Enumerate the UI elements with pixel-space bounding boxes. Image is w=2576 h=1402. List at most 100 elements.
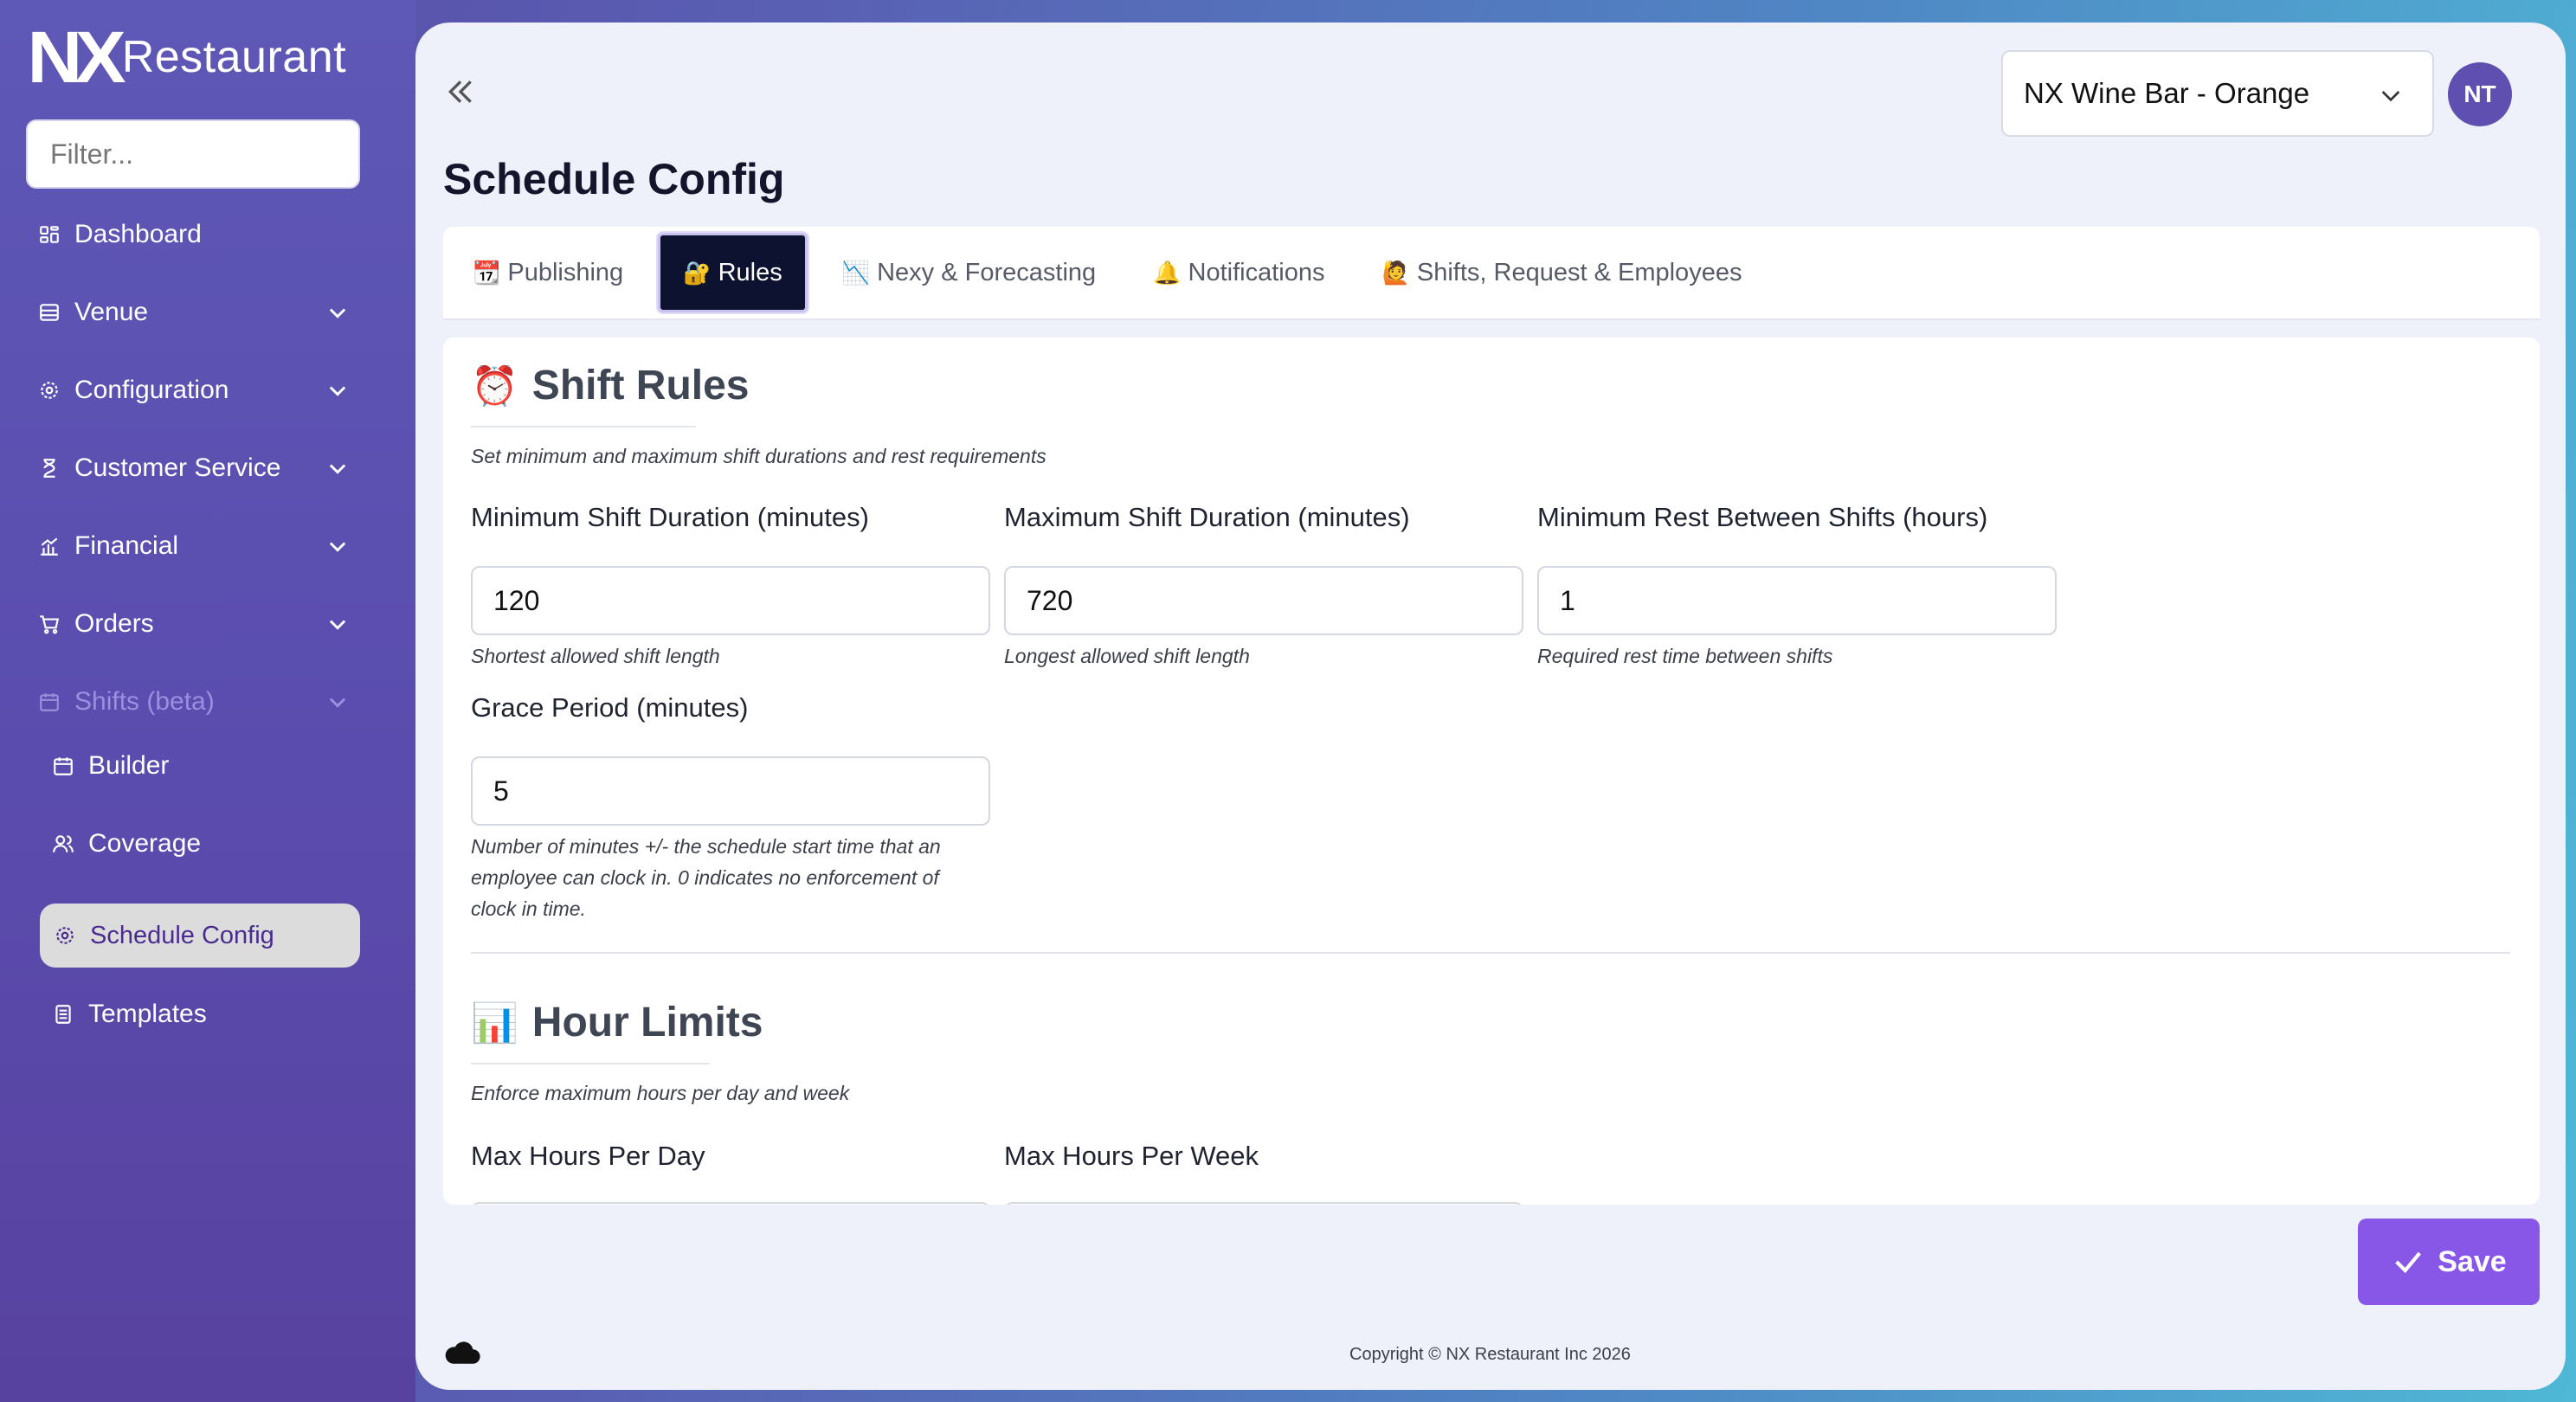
sidebar-item-shifts[interactable]: Shifts (beta) — [38, 676, 350, 728]
section-title-text: Shift Rules — [531, 363, 750, 408]
calendar-emoji-icon: 📆 — [473, 259, 501, 286]
sidebar-item-orders[interactable]: Orders — [38, 598, 350, 650]
brand-text: Restaurant — [121, 32, 347, 82]
chevron-down-icon — [329, 386, 346, 396]
help-line: employee can clock in. 0 indicates no en… — [471, 866, 939, 889]
check-icon — [2395, 1251, 2422, 1274]
sidebar-item-venue[interactable]: Venue — [38, 286, 350, 338]
sidebar-item-dashboard[interactable]: Dashboard — [38, 209, 350, 260]
collapse-sidebar-icon[interactable] — [443, 74, 478, 109]
filter-input[interactable] — [26, 119, 360, 189]
tab-label: Publishing — [507, 258, 624, 286]
bar-chart-icon: 📊 — [471, 1001, 518, 1045]
grace-period-input[interactable] — [471, 756, 990, 826]
sidebar-item-label: Schedule Config — [90, 921, 274, 949]
dashboard-icon — [38, 223, 61, 246]
max-shift-input[interactable] — [1004, 566, 1523, 635]
calendar-icon — [38, 691, 61, 713]
nx-logo: NX — [27, 16, 126, 98]
sidebar-item-configuration[interactable]: Configuration — [38, 364, 350, 416]
shift-rules-description: Set minimum and maximum shift durations … — [471, 445, 1046, 467]
brand-logo[interactable]: NX Restaurant — [27, 16, 347, 98]
max-hours-day-input[interactable] — [471, 1202, 990, 1205]
sidebar-item-label: Shifts (beta) — [74, 687, 215, 716]
save-button[interactable]: Save — [2358, 1219, 2540, 1305]
sidebar-item-label: Orders — [74, 609, 154, 638]
save-button-label: Save — [2438, 1244, 2507, 1278]
hour-limits-title: 📊 Hour Limits — [471, 999, 763, 1046]
sidebar-item-customer-service[interactable]: Customer Service — [38, 442, 350, 494]
sidebar-item-coverage[interactable]: Coverage — [52, 818, 346, 870]
sidebar-item-label: Venue — [74, 298, 149, 326]
sidebar-item-label: Financial — [74, 531, 179, 560]
cloud-icon[interactable] — [443, 1338, 481, 1366]
sidebar-item-label: Templates — [88, 1000, 207, 1028]
main-panel: NX Wine Bar - Orange NT Schedule Config … — [415, 23, 2566, 1390]
tab-label: Nexy & Forecasting — [877, 258, 1097, 286]
sidebar-item-label: Customer Service — [74, 453, 281, 482]
sidebar-item-label: Dashboard — [74, 220, 202, 248]
sidebar-item-templates[interactable]: Templates — [52, 988, 346, 1040]
sidebar-item-label: Builder — [88, 751, 170, 780]
tab-notifications[interactable]: 🔔 Notifications — [1130, 233, 1347, 312]
venue-select[interactable]: NX Wine Bar - Orange — [2001, 50, 2434, 137]
tab-publishing[interactable]: 📆 Publishing — [450, 233, 646, 312]
alarm-clock-icon: ⏰ — [471, 364, 518, 408]
avatar[interactable]: NT — [2448, 62, 2512, 126]
chevron-down-icon — [329, 620, 346, 630]
tab-label: Shifts, Request & Employees — [1416, 258, 1742, 286]
tab-shifts-request-employees[interactable]: 🙋 Shifts, Request & Employees — [1360, 233, 1765, 312]
max-shift-help: Longest allowed shift length — [1004, 645, 1250, 667]
tab-nexy-forecasting[interactable]: 📉 Nexy & Forecasting — [820, 233, 1118, 312]
copyright-text: Copyright © NX Restaurant Inc 2026 — [1349, 1345, 1631, 1364]
template-icon — [52, 1003, 74, 1026]
raised-hand-emoji-icon: 🙋 — [1381, 259, 1410, 286]
title-underline — [471, 1063, 710, 1064]
chart-icon — [38, 535, 61, 557]
customer-service-icon — [38, 457, 61, 479]
max-hours-week-label: Max Hours Per Week — [1004, 1141, 1259, 1171]
calendar-icon — [52, 755, 74, 777]
lock-emoji-icon: 🔐 — [683, 259, 712, 286]
min-rest-help: Required rest time between shifts — [1537, 645, 1833, 667]
chart-down-emoji-icon: 📉 — [841, 259, 871, 286]
min-rest-label: Minimum Rest Between Shifts (hours) — [1537, 502, 1988, 532]
sidebar-item-schedule-config[interactable]: Schedule Config — [40, 904, 360, 968]
max-hours-week-input[interactable] — [1004, 1202, 1523, 1205]
min-shift-label: Minimum Shift Duration (minutes) — [471, 502, 869, 532]
min-shift-input[interactable] — [471, 566, 990, 635]
tab-bar: 📆 Publishing 🔐 Rules 📉 Nexy & Forecastin… — [443, 227, 2540, 320]
chevron-down-icon — [329, 464, 346, 474]
grace-period-label: Grace Period (minutes) — [471, 692, 749, 723]
section-divider — [471, 952, 2510, 954]
venue-select-value: NX Wine Bar - Orange — [2024, 77, 2310, 109]
sidebar-item-label: Coverage — [88, 829, 202, 858]
chevron-down-icon — [2381, 91, 2400, 102]
sidebar-item-builder[interactable]: Builder — [52, 740, 346, 792]
tab-label: Rules — [718, 258, 782, 286]
chevron-down-icon — [329, 698, 346, 708]
grace-period-help: Number of minutes +/- the schedule start… — [471, 831, 1008, 924]
page-title: Schedule Config — [443, 155, 785, 203]
cart-icon — [38, 613, 61, 635]
users-icon — [52, 833, 74, 855]
rules-content: ⏰ Shift Rules Set minimum and maximum sh… — [443, 338, 2540, 1205]
hour-limits-description: Enforce maximum hours per day and week — [471, 1082, 850, 1104]
chevron-down-icon — [329, 308, 346, 318]
bell-emoji-icon: 🔔 — [1153, 259, 1182, 286]
tab-rules[interactable]: 🔐 Rules — [658, 233, 808, 312]
sidebar-item-label: Configuration — [74, 376, 229, 404]
sidebar-item-financial[interactable]: Financial — [38, 520, 350, 572]
max-shift-label: Maximum Shift Duration (minutes) — [1004, 502, 1410, 532]
min-shift-help: Shortest allowed shift length — [471, 645, 720, 667]
chevron-down-icon — [329, 542, 346, 552]
venue-icon — [38, 301, 61, 324]
gear-icon — [54, 924, 76, 947]
shift-rules-title: ⏰ Shift Rules — [471, 362, 749, 409]
title-underline — [471, 426, 696, 428]
max-hours-day-label: Max Hours Per Day — [471, 1141, 705, 1171]
sidebar: NX Restaurant Dashboard Venue Configurat… — [0, 0, 415, 1402]
help-line: clock in time. — [471, 897, 586, 920]
min-rest-input[interactable] — [1537, 566, 2057, 635]
help-line: Number of minutes +/- the schedule start… — [471, 835, 941, 858]
